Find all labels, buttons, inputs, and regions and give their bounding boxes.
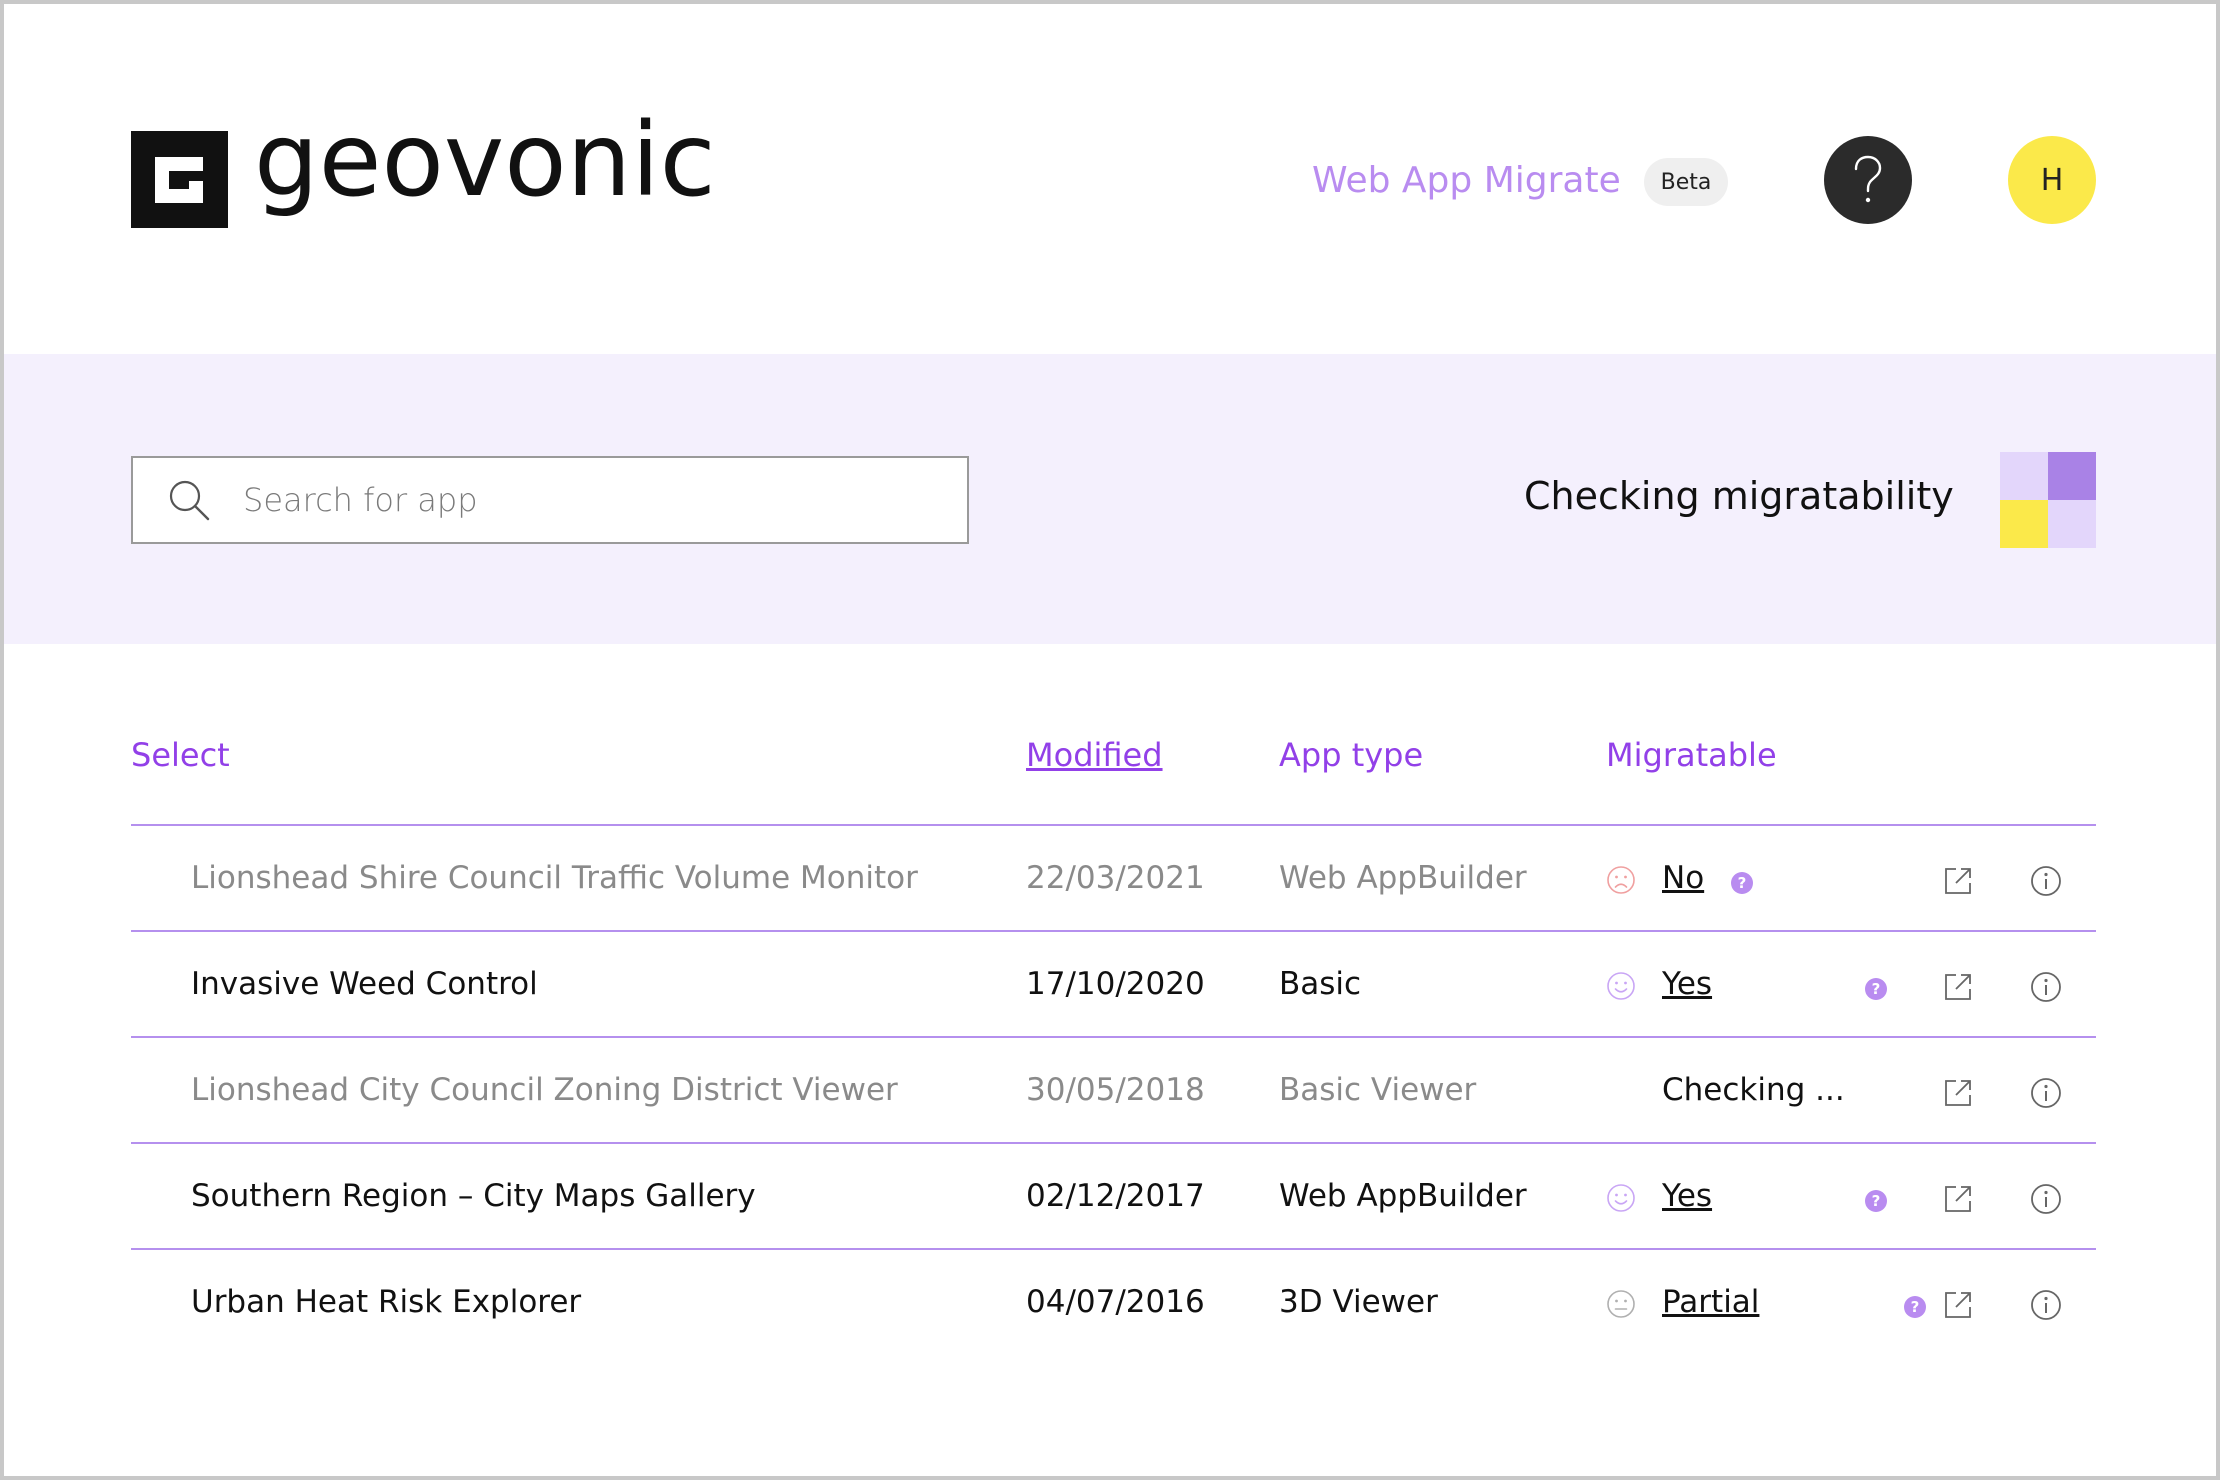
open-external-icon[interactable] [1941,864,1975,898]
column-header-select[interactable]: Select [131,736,230,774]
migratable-status-link[interactable]: No [1662,860,1704,896]
modified-date: 22/03/2021 [1026,860,1205,896]
info-icon[interactable] [2029,864,2063,898]
search-icon [169,480,210,521]
app-name[interactable]: Invasive Weed Control [191,966,538,1002]
table-header: Select Modified App type Migratable [131,704,2096,826]
open-external-icon[interactable] [1941,970,1975,1004]
open-external-icon[interactable] [1941,1076,1975,1110]
help-badge-icon[interactable]: ? [1865,1190,1887,1212]
app-type: Web AppBuilder [1279,1178,1527,1214]
search-box[interactable] [131,456,969,544]
column-header-modified[interactable]: Modified [1026,736,1163,774]
toolbar-band: Checking migratability [4,354,2216,644]
info-icon[interactable] [2029,1076,2063,1110]
column-header-app-type[interactable]: App type [1279,736,1423,774]
table-row[interactable]: Urban Heat Risk Explorer 04/07/2016 3D V… [131,1250,2096,1356]
beta-badge: Beta [1644,158,1728,206]
app-name[interactable]: Urban Heat Risk Explorer [191,1284,581,1320]
modified-date: 17/10/2020 [1026,966,1205,1002]
geovonic-logo-icon[interactable] [131,131,228,228]
header: geovonic Web App Migrate Beta H [4,4,2216,354]
info-icon[interactable] [2029,1288,2063,1322]
info-icon[interactable] [2029,1182,2063,1216]
table-row[interactable]: Lionshead City Council Zoning District V… [131,1038,2096,1144]
modified-date: 30/05/2018 [1026,1072,1205,1108]
happy-face-icon [1607,1184,1635,1212]
table-row[interactable]: Lionshead Shire Council Traffic Volume M… [131,826,2096,932]
migratable-status-link[interactable]: Yes [1662,966,1712,1002]
app-type: Basic Viewer [1279,1072,1477,1108]
sad-face-icon [1607,866,1635,894]
happy-face-icon [1607,972,1635,1000]
status-message: Checking migratability [1524,474,1954,518]
migratable-status-link[interactable]: Yes [1662,1178,1712,1214]
modified-date: 04/07/2016 [1026,1284,1205,1320]
help-badge-icon[interactable]: ? [1865,978,1887,1000]
table-row[interactable]: Invasive Weed Control 17/10/2020 Basic Y… [131,932,2096,1038]
loading-indicator-icon [2000,452,2096,548]
apps-table: Select Modified App type Migratable Lion… [131,704,2096,1356]
app-name[interactable]: Southern Region – City Maps Gallery [191,1178,756,1214]
info-icon[interactable] [2029,970,2063,1004]
neutral-face-icon [1607,1290,1635,1318]
app-type: Basic [1279,966,1362,1002]
web-app-migrate-link[interactable]: Web App Migrate [1312,160,1621,201]
user-avatar[interactable]: H [2008,136,2096,224]
app-name[interactable]: Lionshead City Council Zoning District V… [191,1072,898,1108]
app-type: Web AppBuilder [1279,860,1527,896]
app-window: geovonic Web App Migrate Beta H Checking… [0,0,2220,1480]
table-row[interactable]: Southern Region – City Maps Gallery 02/1… [131,1144,2096,1250]
app-name[interactable]: Lionshead Shire Council Traffic Volume M… [191,860,918,896]
migratable-status-checking: Checking ... [1662,1072,1845,1108]
help-button[interactable] [1824,136,1912,224]
question-mark-icon [1854,155,1882,203]
column-header-migratable[interactable]: Migratable [1606,736,1777,774]
migratable-status-link[interactable]: Partial [1662,1284,1759,1320]
open-external-icon[interactable] [1941,1288,1975,1322]
help-badge-icon[interactable]: ? [1904,1296,1926,1318]
help-badge-icon[interactable]: ? [1731,872,1753,894]
modified-date: 02/12/2017 [1026,1178,1205,1214]
open-external-icon[interactable] [1941,1182,1975,1216]
brand-name: geovonic [254,101,716,220]
app-type: 3D Viewer [1279,1284,1438,1320]
search-input[interactable] [243,481,923,519]
